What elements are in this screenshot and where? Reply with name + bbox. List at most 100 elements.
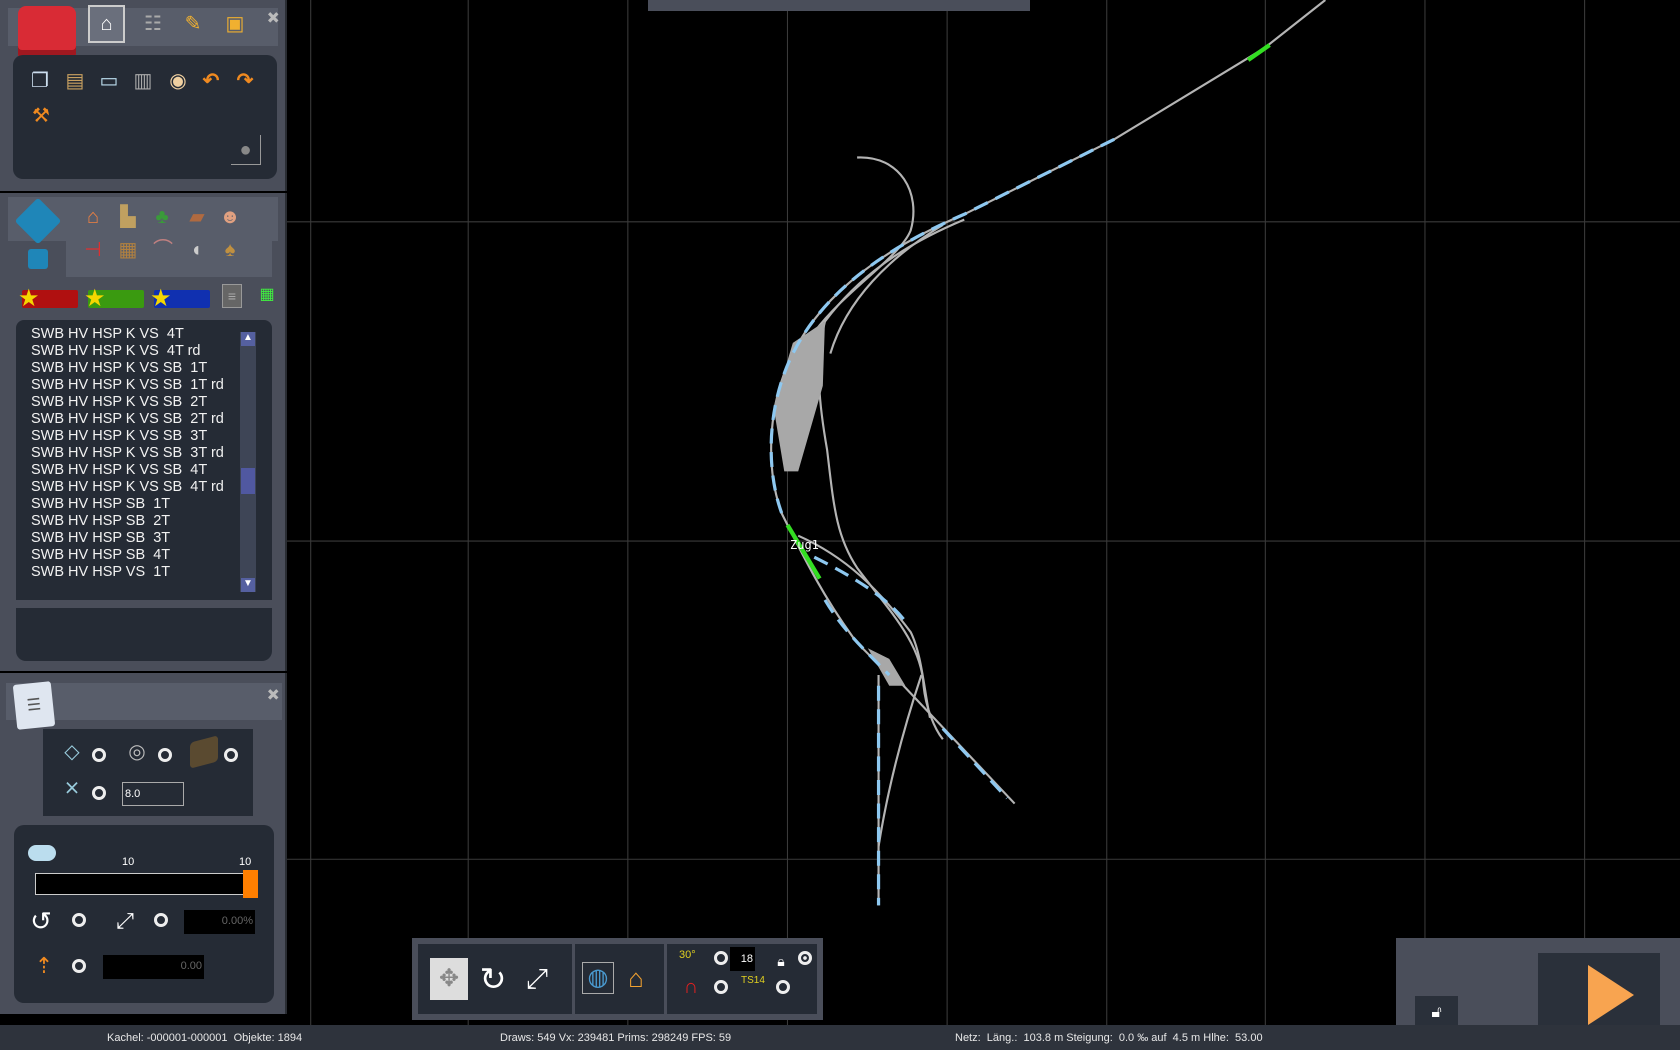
list-item[interactable]: SWB HV HSP K VS 4T	[31, 326, 272, 343]
ts-label: TS14	[741, 975, 765, 986]
list-view-icon[interactable]: ≡	[222, 284, 242, 308]
scale-view-icon[interactable]: ⤢	[518, 958, 556, 1000]
train-icon[interactable]: ▣	[220, 8, 250, 40]
home-icon[interactable]: ⌂	[88, 5, 125, 43]
bridge-icon[interactable]: ⌒	[148, 237, 178, 263]
properties-panel: ☰ ✚ ◇ ◎ ⨯ 10 10 ↺ ⤢ 0.00% ⇡ 0.00	[0, 673, 287, 1014]
crane-icon[interactable]: ⚒	[26, 102, 56, 130]
factory-icon[interactable]: ▙	[114, 203, 142, 231]
slider-track[interactable]	[35, 873, 245, 895]
train-label[interactable]: Zug1	[790, 538, 819, 552]
toggle-icon[interactable]	[28, 845, 56, 861]
measure-icon[interactable]: ◉	[163, 66, 193, 96]
angle-radio[interactable]	[714, 951, 728, 965]
play-button[interactable]	[1538, 953, 1660, 1030]
magnet-icon[interactable]: ∩	[678, 976, 704, 998]
object-list[interactable]: SWB HV HSP K VS 4T SWB HV HSP K VS 4T rd S…	[16, 320, 272, 600]
slider-handle[interactable]	[243, 870, 258, 898]
toolbox-icon[interactable]	[18, 6, 76, 58]
redo-icon[interactable]: ↷	[231, 66, 259, 96]
angle-value-field[interactable]: 18	[730, 947, 755, 971]
mouse-lock-icon[interactable]: 🔒︎	[772, 952, 790, 970]
list-item[interactable]: SWB HV HSP K VS SB 2T rd	[31, 411, 272, 428]
scrollbar[interactable]: ▲ ▼	[240, 332, 256, 592]
scroll-up-button[interactable]: ▲	[241, 332, 255, 346]
grid-icon: ⨯	[63, 777, 81, 799]
magnet-radio[interactable]	[714, 980, 728, 994]
auto-scale-radio[interactable]	[154, 913, 168, 927]
list-item[interactable]: SWB HV HSP K VS SB 3T	[31, 428, 272, 445]
spotlight-icon[interactable]: ●	[231, 135, 261, 165]
list-items: SWB HV HSP K VS 4T SWB HV HSP K VS 4T rd S…	[31, 326, 272, 581]
paste-icon[interactable]: ▤	[61, 66, 89, 96]
track-network	[770, 0, 1326, 906]
list-item[interactable]: SWB HV HSP SB 3T	[31, 530, 272, 547]
trash-icon[interactable]: ▥	[129, 66, 157, 96]
auto-scale-icon[interactable]: ⤢	[110, 905, 140, 937]
grid-view-icon[interactable]: ▦	[256, 284, 278, 306]
scale-value-field[interactable]: 0.00%	[184, 910, 255, 934]
list-item[interactable]: SWB HV HSP K VS SB 4T	[31, 462, 272, 479]
favorites-blue-button[interactable]: ★	[150, 285, 210, 312]
sack-icon[interactable]: ♠	[216, 237, 244, 263]
list-item[interactable]: SWB HV HSP K VS SB 2T	[31, 394, 272, 411]
status-tile: Kachel: -000001-000001 Objekte: 1894	[107, 1032, 303, 1044]
favorites-green-button[interactable]: ★	[84, 285, 144, 312]
list-item[interactable]: SWB HV HSP VS 1T	[31, 564, 272, 581]
tree-icon[interactable]: ♣	[148, 203, 176, 231]
list-item[interactable]: SWB HV HSP K VS 4T rd	[31, 343, 272, 360]
auto-height-icon[interactable]: ⇡	[32, 951, 56, 981]
globe-icon[interactable]: ◍	[582, 962, 614, 994]
star-icon: ★	[150, 285, 172, 312]
target-icon: ◎	[128, 741, 146, 763]
bench-icon[interactable]: ▦	[114, 237, 142, 263]
fit-view-icon[interactable]: ✥	[430, 958, 468, 1000]
track-icon[interactable]: ☷	[138, 8, 168, 40]
undo-icon[interactable]: ↶	[197, 66, 225, 96]
list-item[interactable]: SWB HV HSP K VS SB 1T rd	[31, 377, 272, 394]
scroll-down-button[interactable]: ▼	[241, 578, 255, 592]
grid-radio[interactable]	[92, 786, 106, 800]
plane-icon: ◇	[64, 741, 80, 763]
height-value-field[interactable]: 0.00	[103, 955, 204, 979]
paintbrush-icon[interactable]: ✎	[176, 8, 210, 40]
home-view-icon[interactable]: ⌂	[620, 962, 652, 994]
angle-label: 30°	[679, 949, 696, 961]
list-item[interactable]: SWB HV HSP SB 1T	[31, 496, 272, 513]
ts-radio[interactable]	[776, 980, 790, 994]
star-icon: ★	[18, 285, 40, 312]
slider-max-label: 10	[239, 856, 252, 868]
list-item[interactable]: SWB HV HSP K VS SB 4T rd	[31, 479, 272, 496]
plane-radio[interactable]	[92, 748, 106, 762]
auto-rotate-icon[interactable]: ↺	[26, 905, 56, 937]
list-item[interactable]: SWB HV HSP SB 4T	[31, 547, 272, 564]
small-cube-icon[interactable]	[28, 249, 48, 269]
auto-rotate-radio[interactable]	[72, 913, 86, 927]
rotate-view-icon[interactable]: ↻	[474, 958, 512, 1000]
toolbox-panel: ⌂ ☷ ✎ ▣ ✚ ❐ ▤ ▭ ▥ ◉ ↶ ↷ ⚒ ●	[0, 0, 287, 191]
play-icon	[1588, 965, 1634, 1025]
house-icon[interactable]: ⌂	[79, 203, 107, 231]
favorites-red-button[interactable]: ★	[18, 285, 78, 312]
grid-value-input[interactable]	[122, 782, 184, 806]
speaker-icon[interactable]: ◖	[182, 237, 210, 263]
list-item[interactable]: SWB HV HSP K VS SB 3T rd	[31, 445, 272, 462]
view-toolbar: ✥ ↻ ⤢ ◍ ⌂ 30° 18 🔒︎ ∩ TS14	[412, 938, 823, 1020]
person-icon[interactable]: ☻	[216, 203, 244, 231]
list-item[interactable]: SWB HV HSP K VS SB 1T	[31, 360, 272, 377]
landscape-icon[interactable]: ▰	[182, 203, 212, 231]
slider-min-label: 10	[122, 856, 135, 868]
monitor-icon[interactable]: ▭	[95, 66, 123, 96]
list-item[interactable]: SWB HV HSP SB 2T	[31, 513, 272, 530]
scrollbar-thumb[interactable]	[241, 468, 255, 494]
road-radio[interactable]	[224, 748, 238, 762]
copy-icon[interactable]: ❐	[26, 66, 54, 96]
auto-height-radio[interactable]	[72, 959, 86, 973]
target-radio[interactable]	[158, 748, 172, 762]
signal-icon[interactable]: ⊣	[79, 237, 107, 263]
document-icon: ☰	[12, 681, 56, 730]
top-handle-bar[interactable]	[648, 0, 1030, 11]
mouse-lock-radio[interactable]	[798, 951, 812, 965]
objects-panel: ⌂ ▙ ♣ ▰ ☻ ⊣ ▦ ⌒ ◖ ♠ ★ ★ ★ ≡ ▦ SWB HV HSP…	[0, 193, 287, 671]
status-render: Draws: 549 Vx: 239481 Prims: 298249 FPS:…	[500, 1032, 732, 1044]
